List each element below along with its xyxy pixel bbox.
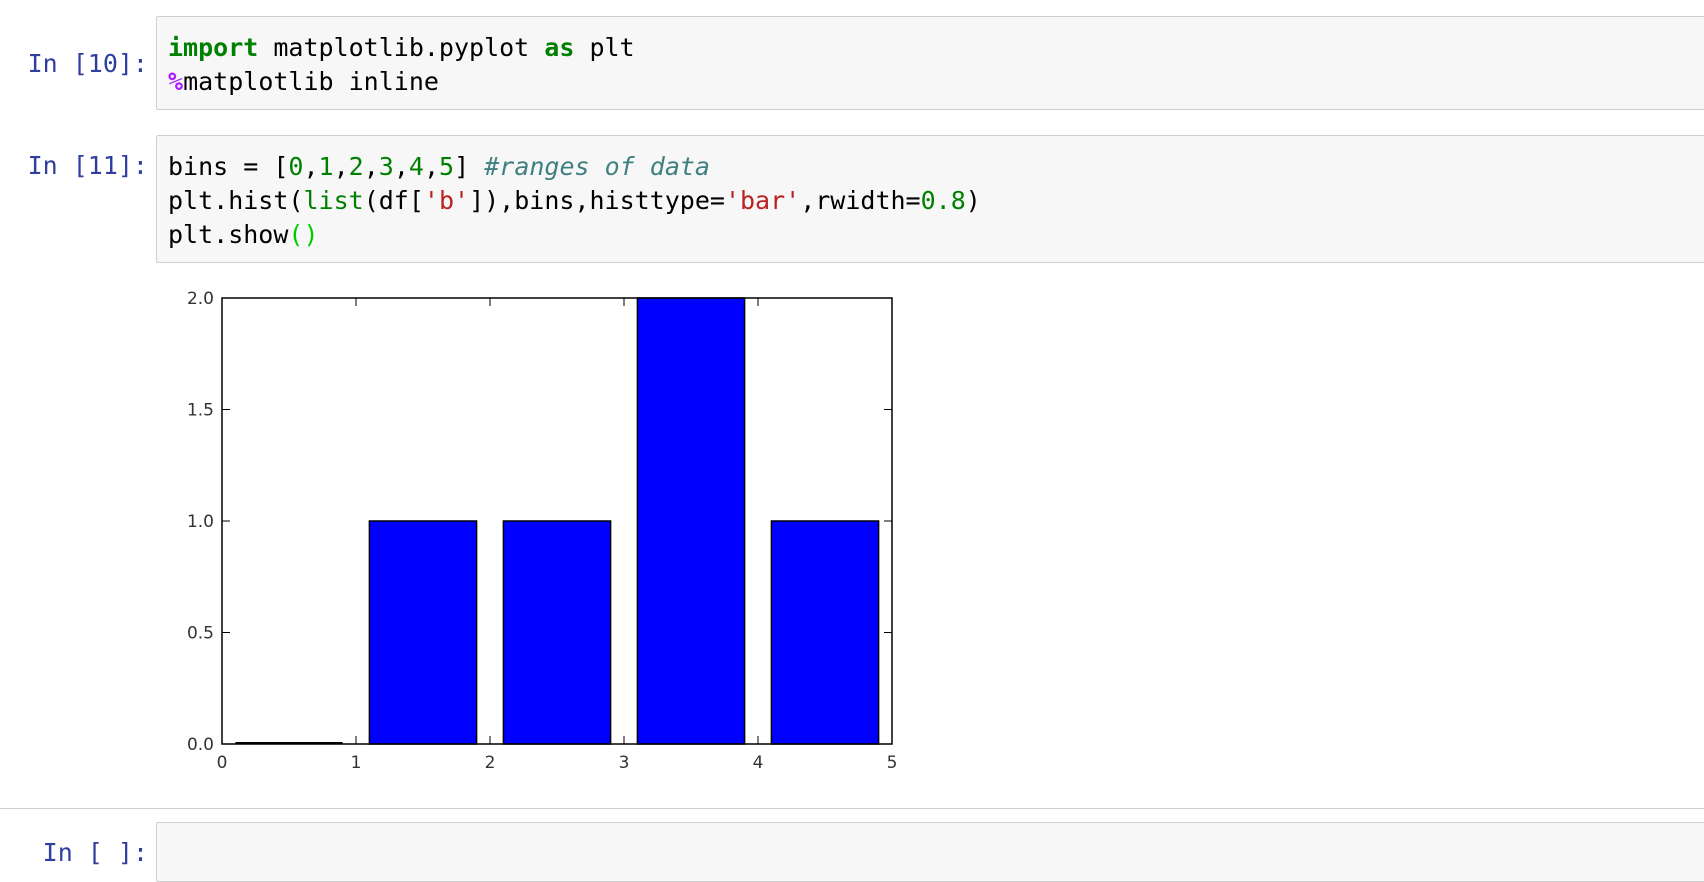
code-token: () — [288, 220, 319, 249]
x-tick-label: 5 — [887, 753, 898, 773]
code-editor[interactable]: bins = [0,1,2,3,4,5] #ranges of data plt.… — [156, 135, 1704, 263]
code-token: plt.hist( — [168, 186, 304, 215]
code-line: bins = [0,1,2,3,4,5] #ranges of data — [168, 150, 1704, 184]
code-token: #ranges of data — [484, 152, 710, 181]
code-token: 'b' — [423, 186, 470, 215]
code-token: ,rwidth= — [800, 186, 921, 215]
code-editor[interactable]: import matplotlib.pyplot as plt %matplotl… — [156, 16, 1704, 110]
code-token: (df[ — [363, 186, 424, 215]
histogram-bar — [636, 297, 746, 745]
y-tick-label: 0.5 — [187, 624, 214, 644]
y-tick-label: 0.0 — [187, 735, 214, 755]
code-token: 1 — [318, 152, 334, 181]
y-tick-label: 2.0 — [187, 289, 214, 309]
code-cell: In [ ]: — [0, 822, 1704, 882]
code-token: , — [393, 152, 409, 181]
code-token: import — [168, 33, 259, 62]
input-prompt: In [11]: — [27, 151, 148, 180]
code-editor[interactable] — [156, 822, 1704, 882]
code-token: plt.show — [168, 220, 289, 249]
code-token: 'bar' — [724, 186, 801, 215]
code-token: 2 — [348, 152, 364, 181]
code-token: bins = [ — [168, 152, 289, 181]
input-prompt: In [ ]: — [42, 838, 148, 867]
code-token: 5 — [439, 152, 455, 181]
code-token: , — [303, 152, 319, 181]
code-token: ) — [965, 186, 981, 215]
code-line: plt.hist(list(df['b']),bins,histtype='ba… — [168, 184, 1704, 218]
code-token: 3 — [378, 152, 394, 181]
code-token: matplotlib.pyplot — [258, 33, 545, 62]
histogram-bar — [368, 520, 478, 745]
code-line: %matplotlib inline — [168, 65, 1704, 99]
code-token: as — [544, 33, 575, 62]
x-tick-label: 2 — [485, 753, 496, 773]
code-token: 0.8 — [920, 186, 966, 215]
histogram-bar — [770, 520, 880, 745]
code-token: , — [423, 152, 440, 181]
code-token: , — [333, 152, 349, 181]
x-tick-label: 0 — [217, 753, 228, 773]
code-token: matplotlib inline — [183, 67, 439, 96]
code-token: % — [168, 67, 184, 96]
code-cell: In [11]: bins = [0,1,2,3,4,5] #ranges of… — [0, 135, 1704, 263]
histogram-bar — [502, 520, 612, 745]
code-token: ] — [454, 152, 485, 181]
code-token: , — [363, 152, 379, 181]
y-tick-label: 1.0 — [187, 512, 214, 532]
code-line: plt.show() — [168, 218, 1704, 252]
cell-separator — [0, 808, 1704, 809]
x-tick-label: 3 — [619, 753, 630, 773]
code-token: ]),bins,histtype= — [469, 186, 725, 215]
code-token: 4 — [408, 152, 424, 181]
cell-output: 0 1 2 3 4 5 0.0 0.5 1.0 1.5 2.0 — [156, 272, 916, 782]
code-token: plt — [574, 33, 635, 62]
code-line: import matplotlib.pyplot as plt — [168, 31, 1704, 65]
x-tick-label: 1 — [351, 753, 362, 773]
histogram-plot: 0 1 2 3 4 5 0.0 0.5 1.0 1.5 2.0 — [187, 289, 898, 773]
x-tick-label: 4 — [753, 753, 764, 773]
code-token: 0 — [288, 152, 304, 181]
input-prompt: In [10]: — [27, 49, 148, 78]
code-token: list — [303, 186, 364, 215]
y-tick-label: 1.5 — [187, 401, 214, 421]
code-cell: In [10]: import matplotlib.pyplot as plt… — [0, 16, 1704, 110]
